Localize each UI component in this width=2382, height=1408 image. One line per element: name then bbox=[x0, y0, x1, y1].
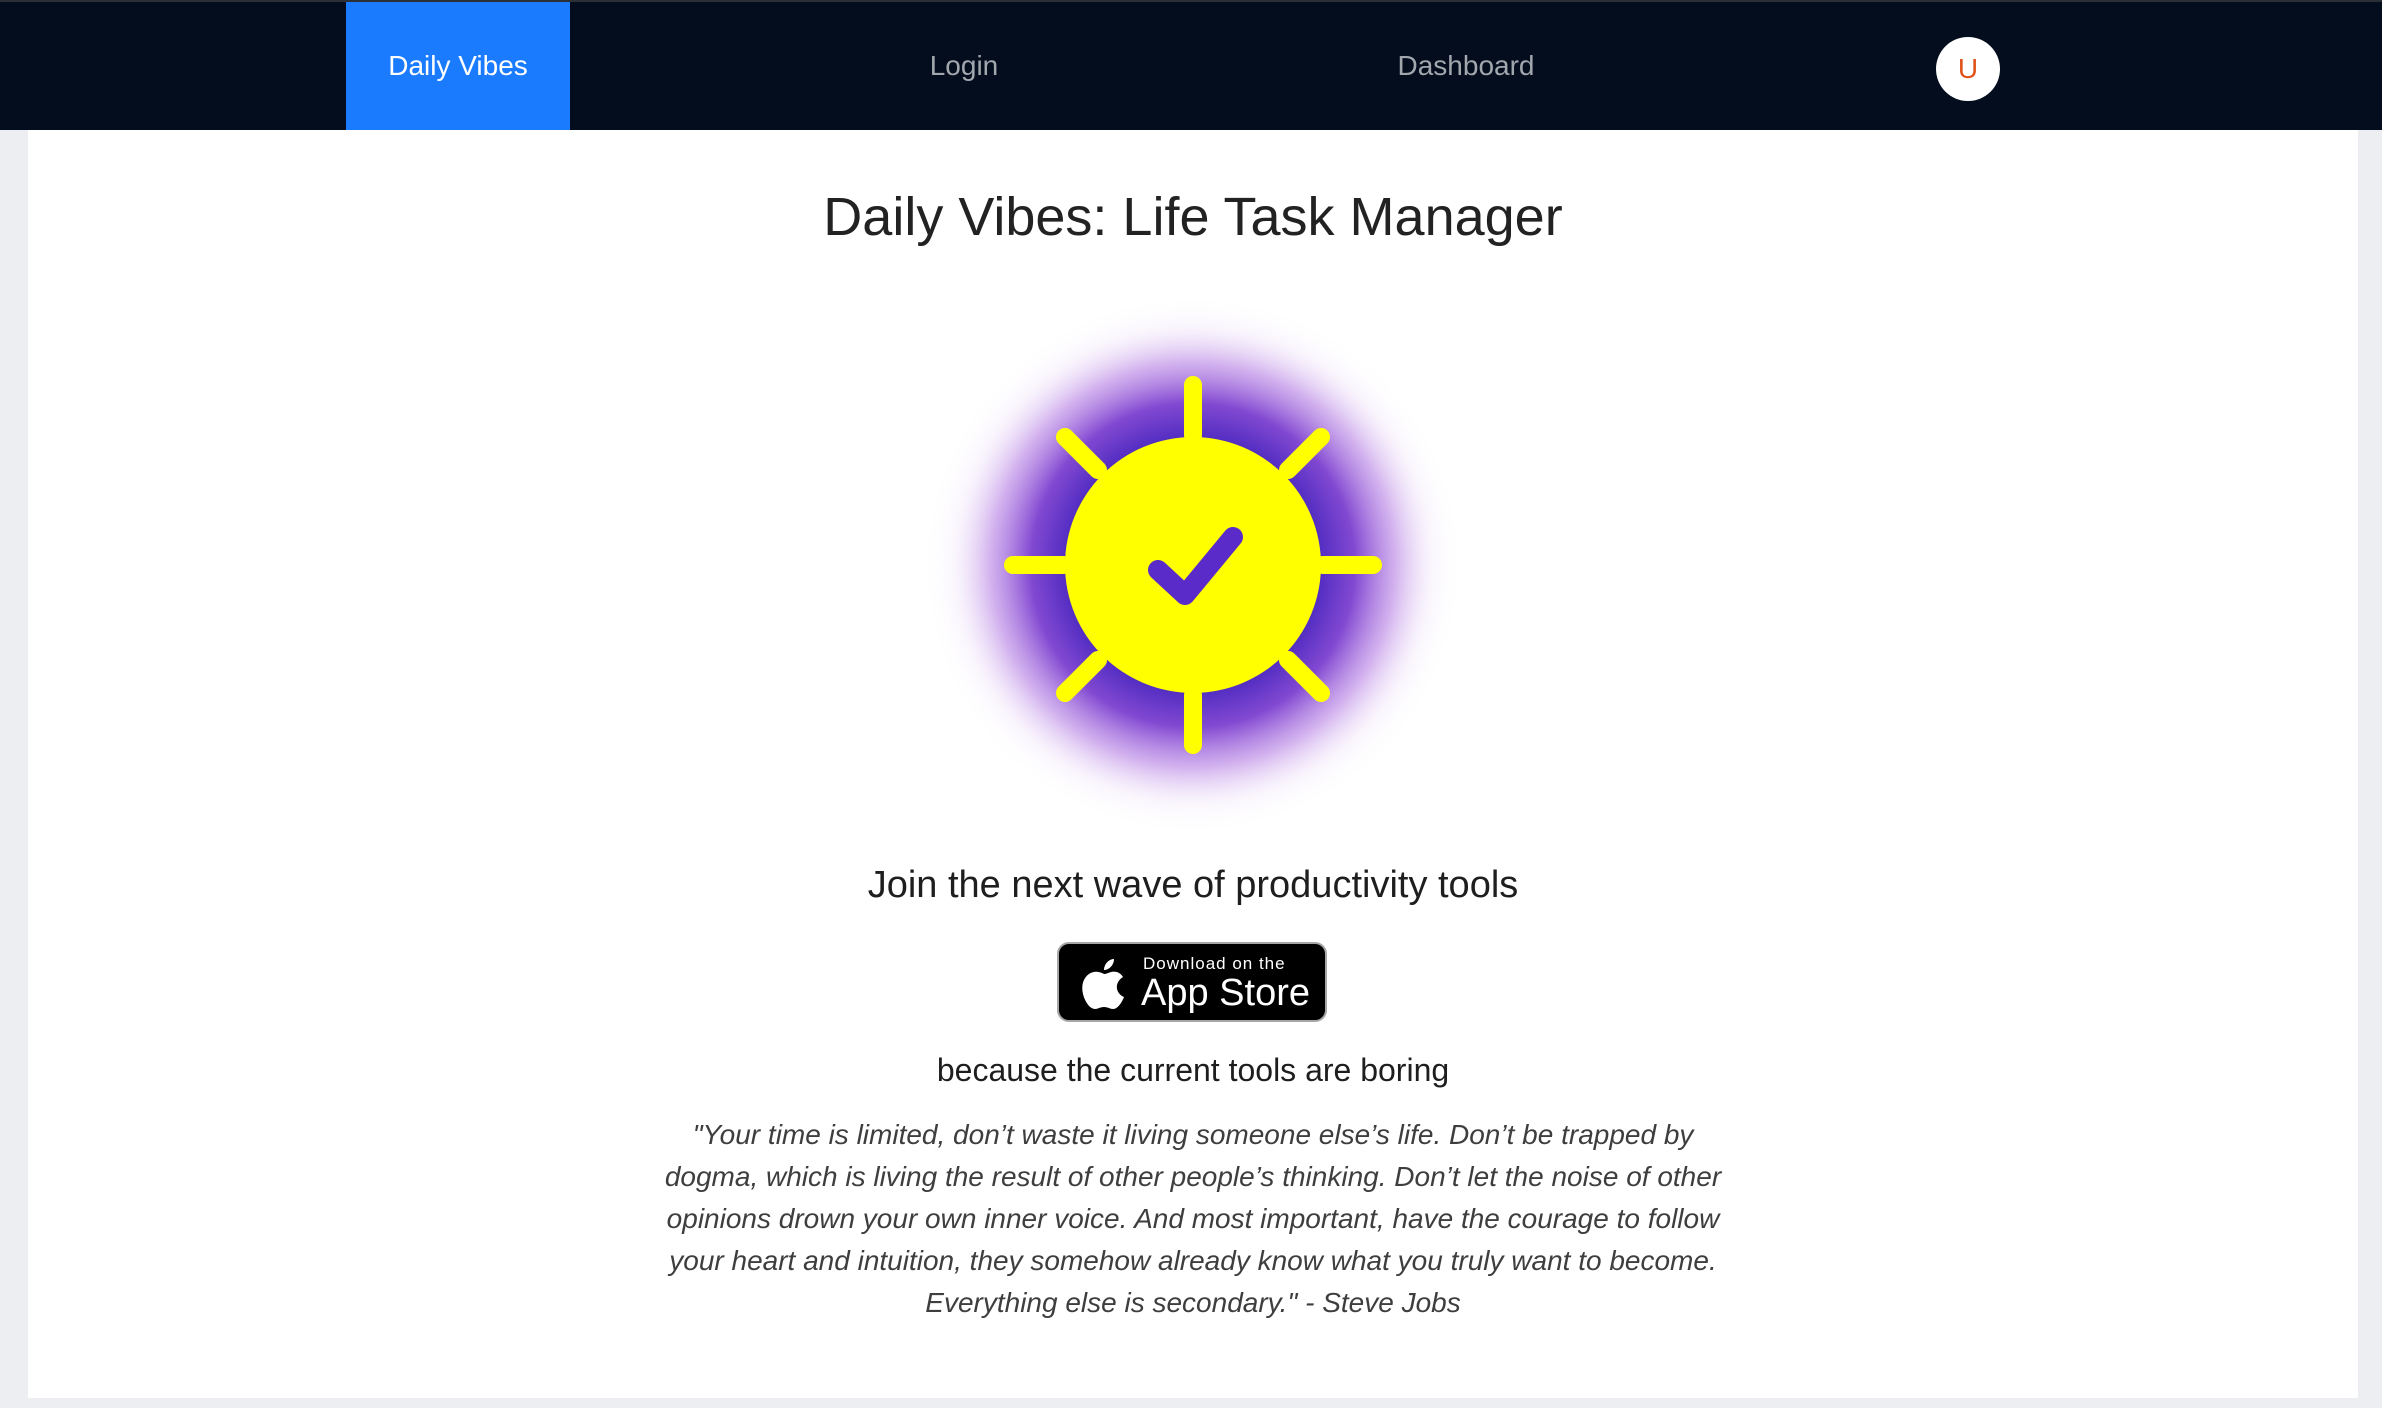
nav-brand-daily-vibes[interactable]: Daily Vibes bbox=[346, 2, 570, 130]
nav-login-link[interactable]: Login bbox=[864, 2, 1064, 130]
app-store-small-text: Download on the bbox=[1143, 954, 1286, 973]
page-title: Daily Vibes: Life Task Manager bbox=[823, 187, 1563, 247]
tagline: Join the next wave of productivity tools bbox=[867, 864, 1519, 906]
top-navbar: Daily Vibes Login Dashboard U bbox=[0, 0, 2382, 130]
sun-checkmark-icon bbox=[913, 285, 1473, 845]
apple-icon bbox=[1082, 959, 1124, 1009]
user-avatar[interactable]: U bbox=[1936, 37, 2000, 101]
sub-tagline: because the current tools are boring bbox=[936, 1052, 1450, 1088]
avatar-initial: U bbox=[1957, 53, 1979, 84]
nav-dashboard-link[interactable]: Dashboard bbox=[1366, 2, 1566, 130]
quote-text: "Your time is limited, don’t waste it li… bbox=[664, 1119, 1722, 1318]
main-content: Daily Vibes: Life Task Manager Join the … bbox=[28, 130, 2358, 1398]
app-store-download-button[interactable]: Download on the App Store bbox=[1057, 942, 1327, 1022]
app-store-large-text: App Store bbox=[1141, 972, 1310, 1014]
